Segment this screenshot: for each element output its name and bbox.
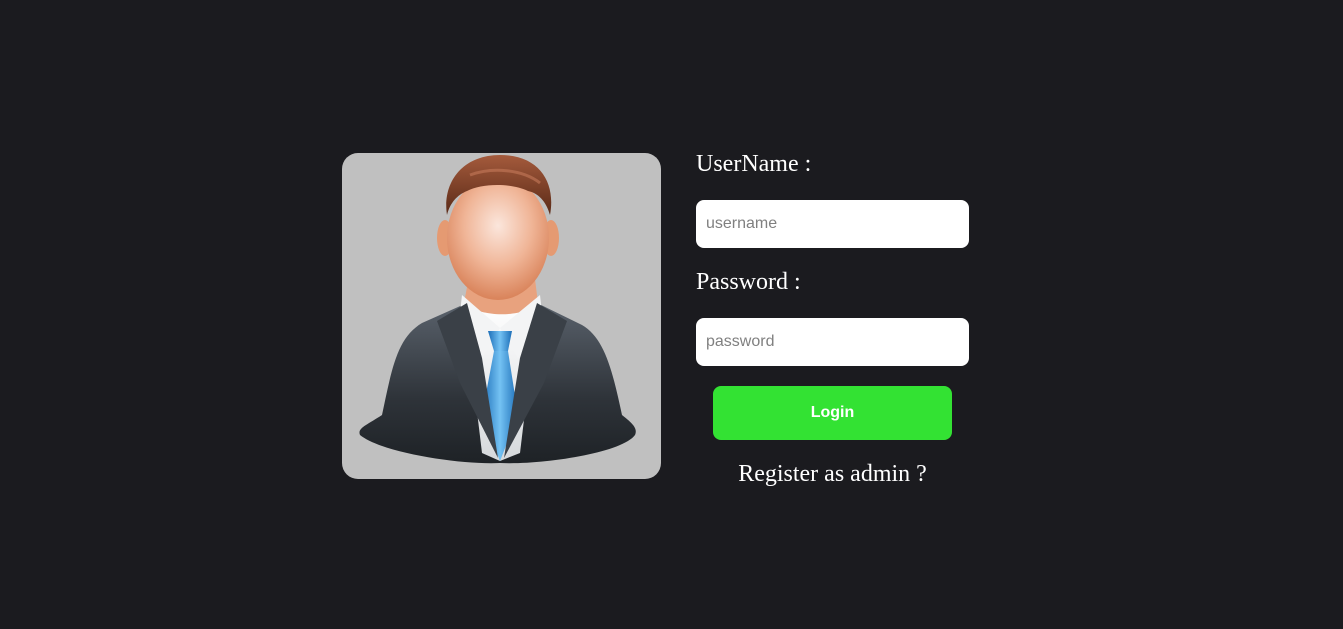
username-label: UserName : — [696, 151, 812, 177]
login-button[interactable]: Login — [713, 386, 952, 440]
username-input[interactable] — [696, 200, 969, 248]
register-admin-link[interactable]: Register as admin ? — [696, 460, 969, 488]
avatar-card — [342, 153, 661, 479]
password-label: Password : — [696, 269, 801, 295]
password-input[interactable] — [696, 318, 969, 366]
businessman-avatar-icon — [359, 155, 636, 464]
